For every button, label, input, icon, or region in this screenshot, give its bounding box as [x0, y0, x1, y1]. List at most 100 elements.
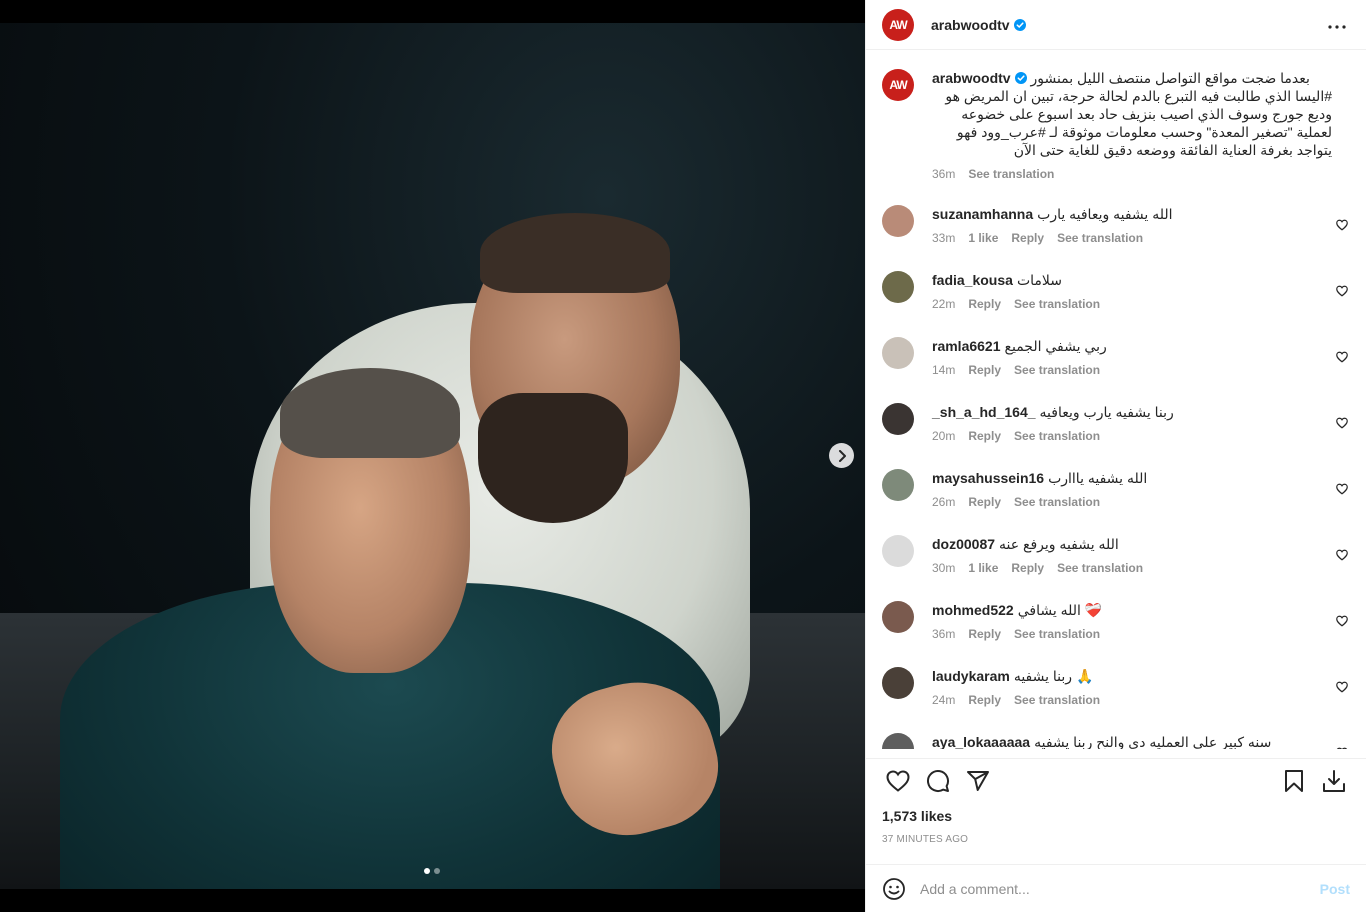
emoji-icon[interactable]: [882, 877, 906, 901]
comment-text: ربنا يشفيه 🙏: [1013, 668, 1094, 684]
comment-time[interactable]: 30m: [932, 561, 955, 575]
commenter-username[interactable]: _sh_a_hd_164_: [932, 404, 1036, 420]
commenter-username[interactable]: maysahussein16: [932, 470, 1044, 486]
comment-text-line: doz00087 الله يشفيه ويرفع عنه: [932, 535, 1332, 553]
commenter-avatar[interactable]: [882, 205, 914, 237]
save-button[interactable]: [1274, 761, 1314, 801]
author-avatar[interactable]: AW: [882, 8, 914, 41]
comment-reply-button[interactable]: Reply: [968, 363, 1001, 377]
commenter-avatar[interactable]: [882, 337, 914, 369]
comment-text: سلامات: [1016, 272, 1062, 288]
author-logo-text: AW: [889, 17, 907, 32]
comment-text: ربنا يشفيه يارب ويعافيه: [1039, 404, 1174, 420]
comment-text: الله يشفيه ويرفع عنه: [999, 536, 1119, 552]
carousel-next-button[interactable]: [829, 443, 854, 468]
comment-likes[interactable]: 1 like: [968, 561, 998, 575]
comment-icon: [927, 769, 949, 792]
like-button[interactable]: [878, 761, 918, 801]
share-button[interactable]: [958, 761, 998, 801]
commenter-avatar[interactable]: [882, 535, 914, 567]
more-options-button[interactable]: [1324, 12, 1350, 38]
comment-likes[interactable]: 1 like: [968, 231, 998, 245]
comments-list[interactable]: AW arabwoodtv بعدما ضجت مواقع التواصل من…: [866, 51, 1366, 749]
comment-text-line: suzanamhanna الله يشفيه ويعافيه يارب: [932, 205, 1332, 223]
comment-meta: 20m Reply See translation: [932, 429, 1332, 443]
commenter-username[interactable]: laudykaram: [932, 668, 1010, 684]
comment-like-heart-icon[interactable]: [1336, 219, 1348, 231]
commenter-username[interactable]: doz00087: [932, 536, 995, 552]
comment-text-line: ramla6621 ربي يشفي الجميع: [932, 337, 1332, 355]
comment-meta: 33m 1 like Reply See translation: [932, 231, 1332, 245]
comment-time[interactable]: 14m: [932, 363, 955, 377]
comment-reply-button[interactable]: Reply: [968, 627, 1001, 641]
commenter-avatar[interactable]: [882, 469, 914, 501]
comment-time[interactable]: 22m: [932, 297, 955, 311]
post-actions: [866, 758, 1366, 802]
commenter-avatar[interactable]: [882, 403, 914, 435]
comment-reply-button[interactable]: Reply: [968, 429, 1001, 443]
comment-reply-button[interactable]: Reply: [968, 495, 1001, 509]
comment-see-translation[interactable]: See translation: [1014, 693, 1100, 707]
comment-time[interactable]: 36m: [932, 627, 955, 641]
comment-see-translation[interactable]: See translation: [1014, 495, 1100, 509]
comment-like-heart-icon[interactable]: [1336, 483, 1348, 495]
comment-meta: 14m Reply See translation: [932, 363, 1332, 377]
caption-line-1: arabwoodtv بعدما ضجت مواقع التواصل منتصف…: [932, 69, 1332, 87]
comment-row: doz00087 الله يشفيه ويرفع عنه 30m 1 like Rep…: [882, 535, 1350, 601]
comment-like-heart-icon[interactable]: [1336, 681, 1348, 693]
comment-time[interactable]: 33m: [932, 231, 955, 245]
comment-text-line: aya_lokaaaaaa سنه كبير على العمليه دي وال…: [932, 733, 1332, 749]
comment-meta: 26m Reply See translation: [932, 495, 1332, 509]
verified-badge-icon: [1013, 18, 1026, 31]
comment-meta: 36m Reply See translation: [932, 627, 1332, 641]
caption-text: arabwoodtv بعدما ضجت مواقع التواصل منتصف…: [932, 69, 1332, 159]
comment-like-heart-icon[interactable]: [1336, 285, 1348, 297]
comment-see-translation[interactable]: See translation: [1014, 297, 1100, 311]
comment-text: الله يشفيه يااارب: [1048, 470, 1148, 486]
post-comment-button[interactable]: Post: [1320, 881, 1350, 897]
caption-time[interactable]: 36m: [932, 167, 955, 181]
author-username[interactable]: arabwoodtv: [931, 17, 1010, 33]
comment-reply-button[interactable]: Reply: [1011, 231, 1044, 245]
commenter-username[interactable]: ramla6621: [932, 338, 1001, 354]
commenter-username[interactable]: aya_lokaaaaaa: [932, 734, 1030, 749]
post-photo[interactable]: [0, 23, 865, 889]
comment-see-translation[interactable]: See translation: [1057, 561, 1143, 575]
caption-see-translation[interactable]: See translation: [968, 167, 1054, 181]
caption-author-avatar[interactable]: AW: [882, 69, 914, 101]
comment-see-translation[interactable]: See translation: [1057, 231, 1143, 245]
comment-reply-button[interactable]: Reply: [968, 297, 1001, 311]
commenter-avatar[interactable]: [882, 601, 914, 633]
photo-figure-front-hair: [280, 368, 460, 458]
commenter-username[interactable]: mohmed522: [932, 602, 1014, 618]
comment-see-translation[interactable]: See translation: [1014, 627, 1100, 641]
comment-see-translation[interactable]: See translation: [1014, 429, 1100, 443]
comment-input[interactable]: [920, 880, 1320, 897]
likes-count[interactable]: 1,573 likes: [882, 808, 952, 824]
caption-username[interactable]: arabwoodtv: [932, 70, 1011, 86]
comment-row: mohmed522 الله يشافي ❤️‍🩹 36m Reply See tran…: [882, 601, 1350, 667]
comment-reply-button[interactable]: Reply: [968, 693, 1001, 707]
comment-like-heart-icon[interactable]: [1336, 747, 1348, 749]
comment-body: laudykaram ربنا يشفيه 🙏 24m Reply See transl…: [932, 667, 1332, 707]
comment-like-heart-icon[interactable]: [1336, 351, 1348, 363]
commenter-avatar[interactable]: [882, 733, 914, 749]
comment-button[interactable]: [918, 761, 958, 801]
comment-time[interactable]: 26m: [932, 495, 955, 509]
commenter-avatar[interactable]: [882, 667, 914, 699]
commenter-username[interactable]: suzanamhanna: [932, 206, 1033, 222]
comment-reply-button[interactable]: Reply: [1011, 561, 1044, 575]
comment-time[interactable]: 20m: [932, 429, 955, 443]
commenter-username[interactable]: fadia_kousa: [932, 272, 1013, 288]
comment-like-heart-icon[interactable]: [1336, 549, 1348, 561]
comment-like-heart-icon[interactable]: [1336, 417, 1348, 429]
comment-time[interactable]: 24m: [932, 693, 955, 707]
comment-like-heart-icon[interactable]: [1336, 615, 1348, 627]
comment-meta: 22m Reply See translation: [932, 297, 1332, 311]
bookmark-icon: [1285, 769, 1303, 792]
caption-line-2: #اليسا الذي طالبت فيه التبرع بالدم لحالة…: [945, 88, 1332, 104]
comment-see-translation[interactable]: See translation: [1014, 363, 1100, 377]
download-button[interactable]: [1314, 761, 1354, 801]
verified-badge-icon: [1014, 72, 1027, 84]
commenter-avatar[interactable]: [882, 271, 914, 303]
